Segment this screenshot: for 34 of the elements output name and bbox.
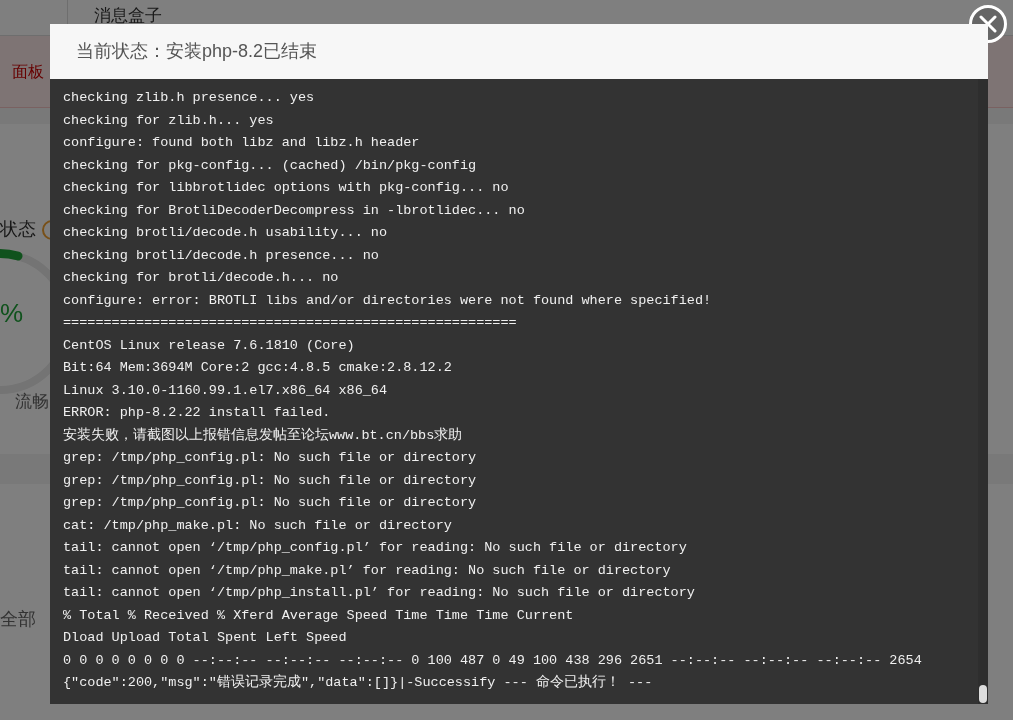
gauge-value: % [0,297,24,330]
log-line: checking for zlib.h... yes [63,111,274,130]
log-line: ======================================================== [63,314,517,332]
log-line: checking brotli/decode.h usability... no [63,224,388,242]
log-line: checking for brotli/decode.h... no [63,269,339,287]
log-line: % Total % Received % Xferd Average Speed Time Time Time Current [63,606,574,625]
filter-tab[interactable]: 全部 [0,606,36,633]
scrollbar-thumb[interactable] [979,685,987,703]
log-line: 安装失败，请截图以上报错信息发帖至论坛www.bt.cn/bbs求助 [63,426,463,445]
log-line: Dload Upload Total Spent Left Speed [63,629,347,647]
log-line: tail: cannot open ‘/tmp/php_install.pl’ for reading: No such file or directory [63,584,695,602]
log-line: checking brotli/decode.h presence... no [63,246,379,265]
log-line: checking for libbrotlidec options with pkg-config... no [63,179,509,197]
log-line: configure: found both libz and libz.h header [63,134,420,152]
log-line: {"code":200,"msg":"错误记录完成","data":[]}|-Successify --- 命令已执行！ --- [63,673,653,692]
log-line: Linux 3.10.0-1160.99.1.el7.x86_64 x86_64 [63,381,388,400]
log-line: ERROR: php-8.2.22 install failed. [63,404,331,422]
log-line: checking for BrotliDecoderDecompress in -lbrotlidec... no [63,201,525,220]
log-line: grep: /tmp/php_config.pl: No such file or directory [63,471,477,490]
log-line: tail: cannot open ‘/tmp/php_config.pl’ for reading: No such file or directory [63,539,687,557]
dialog-title: 当前状态：安装php-8.2已结束 [76,40,318,63]
log-line: CentOS Linux release 7.6.1810 (Core) [63,336,355,355]
log-line: grep: /tmp/php_config.pl: No such file or directory [63,494,477,512]
status-title: 状态 [0,218,36,241]
log-line: configure: error: BROTLI libs and/or directories were not found where specified! [63,291,712,310]
log-line: cat: /tmp/php_make.pl: No such file or directory [63,516,452,535]
log-line: 0 0 0 0 0 0 0 0 --:--:-- --:--:-- --:--:-- 0 100 487 0 49 100 438 296 2651 --:--:-- --:--:-- --:--:-- 2654 [63,651,922,670]
log-line: checking zlib.h presence... yes [63,89,315,107]
log-line: tail: cannot open ‘/tmp/php_make.pl’ for reading: No such file or directory [63,561,671,580]
log-line: checking for pkg-config... (cached) /bin/pkg-config [63,156,477,175]
log-line: Bit:64 Mem:3694M Core:2 gcc:4.8.5 cmake:2.8.12.2 [63,359,452,377]
alert-text: 面板 [12,61,44,82]
gauge-caption: 流畅 [15,391,49,413]
log-line: grep: /tmp/php_config.pl: No such file or directory [63,449,477,467]
